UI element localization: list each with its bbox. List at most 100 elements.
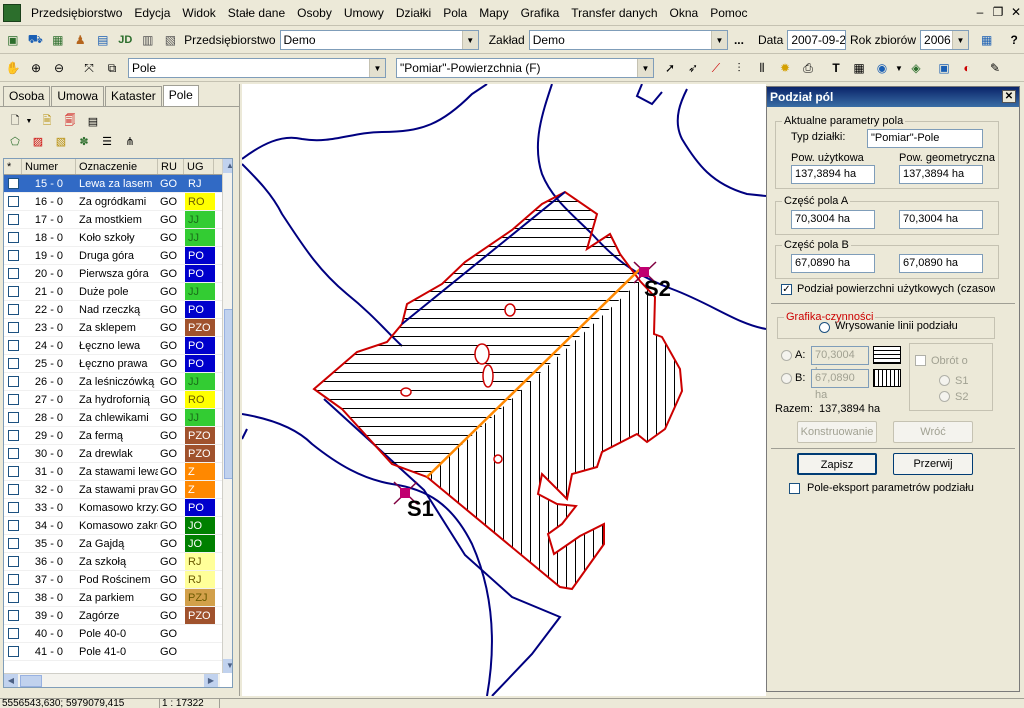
plant-icon[interactable]: ✽ — [75, 132, 93, 150]
table-row[interactable]: 35 - 0 Za Gajdą GO JO — [4, 535, 232, 553]
row-checkbox[interactable] — [7, 286, 19, 297]
row-checkbox[interactable] — [7, 628, 19, 639]
table-icon[interactable]: ▦ — [849, 58, 869, 78]
tab-kataster[interactable]: Kataster — [105, 86, 162, 106]
chevron-down-icon[interactable]: ▼ — [710, 31, 727, 49]
restore-icon[interactable]: ❐ — [990, 5, 1006, 19]
select-arrow-icon[interactable]: ➚ — [660, 58, 680, 78]
table-row[interactable]: 17 - 0 Za mostkiem GO JJ — [4, 211, 232, 229]
table-row[interactable]: 30 - 0 Za drewlak GO PZO — [4, 445, 232, 463]
new-icon[interactable]: 🗋 — [6, 112, 24, 130]
tractor-icon[interactable]: ⛟ — [26, 30, 46, 50]
merge-icon[interactable]: ⫴ — [752, 58, 772, 78]
rotation-checkbox[interactable] — [915, 355, 926, 366]
table-row[interactable]: 41 - 0 Pole 41-0 GO — [4, 643, 232, 661]
header-ug[interactable]: UG — [184, 159, 214, 174]
save-button[interactable]: Zapisz — [797, 453, 877, 475]
properties-icon[interactable]: ▤ — [84, 112, 102, 130]
rotate-s2-radio[interactable] — [939, 391, 950, 402]
row-checkbox[interactable] — [7, 484, 19, 495]
header-ru[interactable]: RU — [158, 159, 184, 174]
view-select[interactable]: "Pomiar"-Powierzchnia (F) ▼ — [396, 58, 654, 78]
app-icon[interactable] — [3, 3, 21, 22]
zoom-window-icon[interactable]: ⧉ — [102, 58, 122, 78]
table-row[interactable]: 32 - 0 Za stawami prawaGO Z — [4, 481, 232, 499]
select-node-icon[interactable]: ➶ — [683, 58, 703, 78]
scroll-thumb[interactable] — [224, 309, 232, 479]
menu-item[interactable]: Pola — [437, 2, 473, 24]
map-canvas[interactable]: S1 S2 — [242, 84, 766, 696]
enterprise-icon[interactable]: ▣ — [3, 30, 23, 50]
harvest-year-select[interactable]: 2006 ▼ — [920, 30, 969, 50]
table-row[interactable]: 29 - 0 Za fermą GO PZO — [4, 427, 232, 445]
zoom-extent-icon[interactable]: ⤧ — [79, 58, 99, 78]
table-row[interactable]: 18 - 0 Koło szkoły GO JJ — [4, 229, 232, 247]
row-checkbox[interactable] — [7, 646, 19, 657]
hand-icon[interactable]: ✋ — [3, 58, 23, 78]
row-checkbox[interactable] — [7, 214, 19, 225]
scroll-down-icon[interactable]: ▼ — [223, 659, 232, 673]
machine-icon[interactable]: ▦ — [48, 30, 68, 50]
report-icon[interactable]: ▧ — [161, 30, 181, 50]
layer-select[interactable]: Pole ▼ — [128, 58, 386, 78]
chevron-down-icon[interactable]: ▼ — [895, 58, 903, 78]
row-checkbox[interactable] — [7, 610, 19, 621]
part-a-radio[interactable] — [781, 350, 792, 361]
table-row[interactable]: 24 - 0 Łęczno lewa GO PO — [4, 337, 232, 355]
row-checkbox[interactable] — [7, 322, 19, 333]
table-row[interactable]: 39 - 0 Zagórze GO PZO — [4, 607, 232, 625]
table-row[interactable]: 27 - 0 Za hydrofornią GO RO — [4, 391, 232, 409]
row-checkbox[interactable] — [7, 556, 19, 567]
header-select[interactable]: * — [4, 159, 22, 174]
h-scroll-thumb[interactable] — [20, 675, 42, 687]
table-row[interactable]: 21 - 0 Duże pole GO JJ — [4, 283, 232, 301]
row-checkbox[interactable] — [7, 520, 19, 531]
row-checkbox[interactable] — [7, 196, 19, 207]
print-icon[interactable]: ⎙ — [798, 58, 818, 78]
delete-icon[interactable]: 🗐 — [61, 112, 79, 130]
tab-pole[interactable]: Pole — [162, 85, 199, 106]
tree-icon[interactable]: ⋔ — [121, 132, 139, 150]
bucket-icon[interactable]: ◐ — [957, 58, 977, 78]
tab-osoba[interactable]: Osoba — [3, 86, 51, 106]
text-tool-button[interactable]: T — [826, 58, 846, 78]
table-row[interactable]: 19 - 0 Druga góra GO PO — [4, 247, 232, 265]
certificate-icon[interactable]: ▧ — [52, 132, 70, 150]
table-row[interactable]: 36 - 0 Za szkołą GO RJ — [4, 553, 232, 571]
row-checkbox[interactable] — [7, 466, 19, 477]
row-checkbox[interactable] — [7, 358, 19, 369]
draw-line-icon[interactable]: ⟋ — [706, 58, 726, 78]
date-field[interactable]: 2007-09-20 — [787, 30, 846, 50]
header-name[interactable]: Oznaczenie — [76, 159, 158, 174]
table-row[interactable]: 25 - 0 Łęczno prawa GO PO — [4, 355, 232, 373]
table-row[interactable]: 40 - 0 Pole 40-0 GO — [4, 625, 232, 643]
draw-line-radio[interactable] — [819, 322, 830, 333]
chevron-down-icon[interactable]: ▼ — [637, 59, 653, 77]
row-checkbox[interactable] — [7, 448, 19, 459]
zoom-in-icon[interactable]: ⊕ — [26, 58, 46, 78]
person-icon[interactable]: ♟ — [71, 30, 91, 50]
edit-icon[interactable]: 🗎 — [38, 112, 56, 130]
table-row[interactable]: 22 - 0 Nad rzeczką GO PO — [4, 301, 232, 319]
row-checkbox[interactable] — [7, 430, 19, 441]
calendar-icon[interactable]: ▥ — [138, 30, 158, 50]
plant-select[interactable]: Demo ▼ — [528, 30, 728, 50]
table-row[interactable]: 26 - 0 Za leśniczówką GO JJ — [4, 373, 232, 391]
rotate-s1-radio[interactable] — [939, 375, 950, 386]
chevron-down-icon[interactable]: ▼ — [369, 59, 385, 77]
enterprise-select[interactable]: Demo ▼ — [279, 30, 479, 50]
layers-icon[interactable]: ◈ — [906, 58, 926, 78]
chevron-down-icon[interactable]: ▼ — [25, 112, 33, 130]
row-checkbox[interactable] — [7, 538, 19, 549]
menu-item[interactable]: Grafika — [515, 2, 566, 24]
row-checkbox[interactable] — [7, 394, 19, 405]
header-number[interactable]: Numer — [22, 159, 76, 174]
zoom-out-icon[interactable]: ⊖ — [49, 58, 69, 78]
back-button[interactable]: Wróć — [893, 421, 973, 443]
abort-button[interactable]: Przerwij — [893, 453, 973, 475]
map-settings-icon[interactable]: ▣ — [934, 58, 954, 78]
row-checkbox[interactable] — [7, 340, 19, 351]
menu-item[interactable]: Działki — [390, 2, 437, 24]
minimize-icon[interactable]: – — [972, 5, 988, 19]
tab-umowa[interactable]: Umowa — [51, 86, 105, 106]
